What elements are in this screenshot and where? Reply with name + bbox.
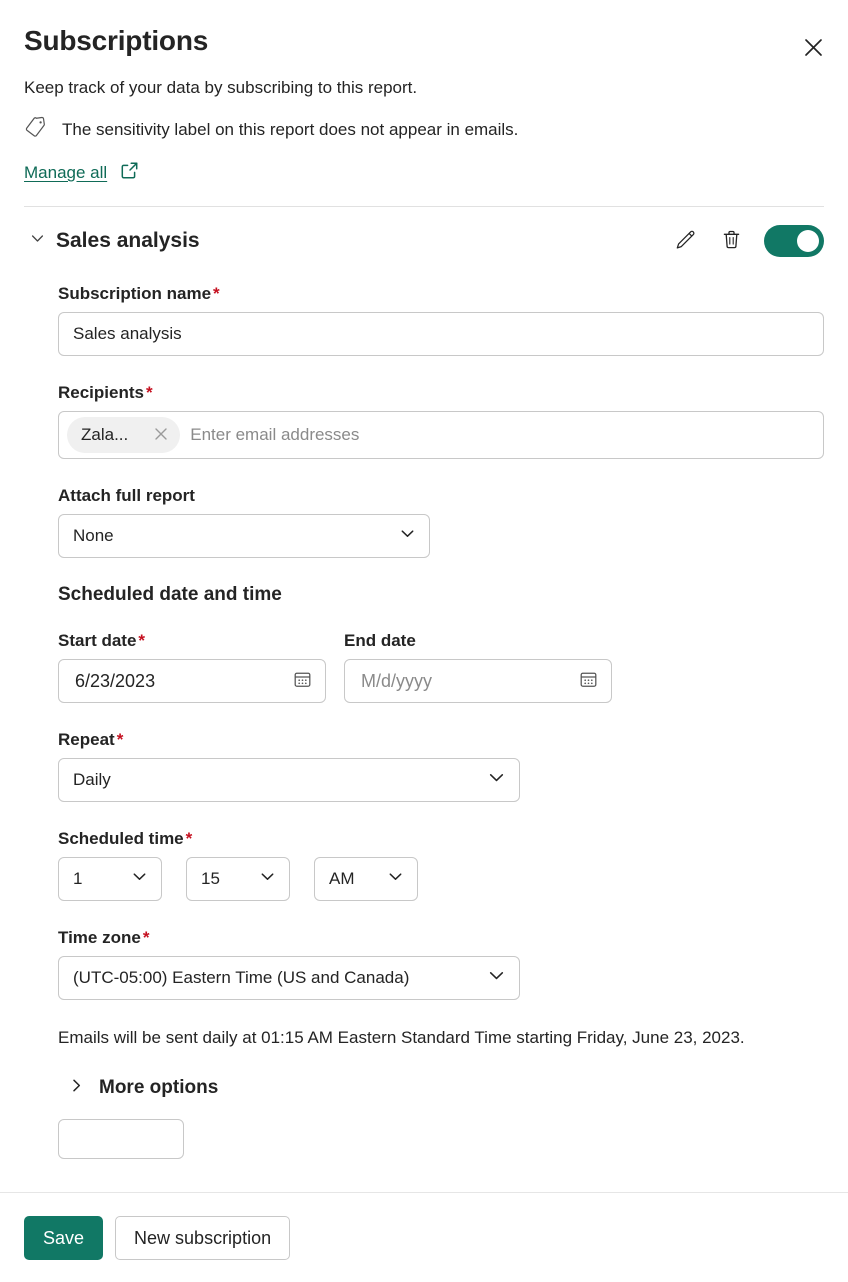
close-button[interactable] xyxy=(796,30,830,64)
subscription-title: Sales analysis xyxy=(56,227,200,255)
subscription-name-label-text: Subscription name xyxy=(58,284,211,303)
required-marker: * xyxy=(117,730,124,749)
time-zone-label: Time zone* xyxy=(58,927,824,949)
end-date-field: End date xyxy=(344,608,612,703)
delete-subscription-button[interactable] xyxy=(718,228,744,254)
sensitivity-label-text: The sensitivity label on this report doe… xyxy=(62,118,518,142)
minute-value: 15 xyxy=(201,869,220,889)
manage-all-row: Manage all xyxy=(24,160,824,186)
close-icon xyxy=(154,427,168,444)
edit-subscription-button[interactable] xyxy=(672,228,698,254)
end-date-label: End date xyxy=(344,630,612,652)
end-date-calendar-button[interactable] xyxy=(571,664,605,698)
repeat-select[interactable]: Daily xyxy=(58,758,520,802)
start-date-label-text: Start date xyxy=(58,631,136,650)
recipient-chip[interactable]: Zala... xyxy=(67,417,180,453)
schedule-summary-text: Emails will be sent daily at 01:15 AM Ea… xyxy=(58,1024,798,1051)
more-options-expander[interactable]: More options xyxy=(68,1077,824,1099)
start-date-calendar-button[interactable] xyxy=(285,664,319,698)
required-marker: * xyxy=(143,928,150,947)
recipients-input[interactable] xyxy=(184,417,815,453)
attach-full-report-select[interactable]: None xyxy=(58,514,430,558)
required-marker: * xyxy=(146,383,153,402)
repeat-value: Daily xyxy=(73,770,111,790)
more-options-label: More options xyxy=(99,1077,218,1099)
subscription-name-label: Subscription name* xyxy=(58,283,824,305)
trash-icon xyxy=(720,228,743,254)
hour-select[interactable]: 1 xyxy=(58,857,162,901)
dates-row: Start date* xyxy=(58,608,824,703)
panel-footer: Save New subscription xyxy=(0,1192,848,1282)
time-zone-select[interactable]: (UTC-05:00) Eastern Time (US and Canada) xyxy=(58,956,520,1000)
chevron-down-icon xyxy=(29,230,46,252)
external-link-icon[interactable] xyxy=(119,160,140,186)
scheduled-time-label-text: Scheduled time xyxy=(58,829,184,848)
remove-recipient-button[interactable] xyxy=(146,420,176,450)
start-date-label: Start date* xyxy=(58,630,326,652)
chevron-down-icon xyxy=(486,767,507,793)
calendar-icon xyxy=(292,669,313,693)
repeat-label-text: Repeat xyxy=(58,730,115,749)
attach-full-report-label: Attach full report xyxy=(58,485,824,507)
meridiem-value: AM xyxy=(329,869,355,889)
attach-full-report-label-text: Attach full report xyxy=(58,486,195,505)
end-date-input[interactable] xyxy=(359,670,571,693)
time-zone-label-text: Time zone xyxy=(58,928,141,947)
collapse-toggle[interactable] xyxy=(24,228,50,254)
end-date-label-text: End date xyxy=(344,631,416,650)
time-zone-value: (UTC-05:00) Eastern Time (US and Canada) xyxy=(73,968,409,988)
chevron-down-icon xyxy=(398,524,417,548)
subscriptions-panel: Subscriptions Keep track of your data by… xyxy=(0,0,848,1192)
recipients-picker[interactable]: Zala... xyxy=(58,411,824,459)
chevron-down-icon xyxy=(386,867,405,891)
hour-value: 1 xyxy=(73,869,82,889)
chevron-down-icon xyxy=(486,965,507,991)
tag-icon xyxy=(24,115,48,144)
start-date-field: Start date* xyxy=(58,608,326,703)
recipients-label: Recipients* xyxy=(58,382,824,404)
page-title: Subscriptions xyxy=(24,24,824,58)
new-subscription-button[interactable]: New subscription xyxy=(115,1216,290,1260)
subscription-enabled-toggle[interactable] xyxy=(764,225,824,257)
attach-full-report-value: None xyxy=(73,526,114,546)
manage-all-link[interactable]: Manage all xyxy=(24,162,113,184)
partially-visible-field[interactable] xyxy=(58,1119,184,1159)
subscription-actions xyxy=(672,225,824,257)
start-date-box[interactable] xyxy=(58,659,326,703)
sensitivity-label-notice: The sensitivity label on this report doe… xyxy=(24,115,824,144)
save-button[interactable]: Save xyxy=(24,1216,103,1260)
repeat-label: Repeat* xyxy=(58,729,824,751)
toggle-knob xyxy=(797,230,819,252)
scheduled-time-row: 1 15 AM xyxy=(58,857,824,901)
required-marker: * xyxy=(186,829,193,848)
required-marker: * xyxy=(138,631,145,650)
end-date-box[interactable] xyxy=(344,659,612,703)
subscription-header: Sales analysis xyxy=(0,207,848,257)
chevron-right-icon xyxy=(68,1077,85,1099)
pencil-icon xyxy=(673,228,697,255)
subscription-form: Subscription name* Recipients* Zala... A… xyxy=(0,283,848,1159)
panel-header: Subscriptions Keep track of your data by… xyxy=(0,0,848,186)
meridiem-select[interactable]: AM xyxy=(314,857,418,901)
chevron-down-icon xyxy=(258,867,277,891)
recipients-label-text: Recipients xyxy=(58,383,144,402)
recipient-chip-label: Zala... xyxy=(81,425,128,445)
required-marker: * xyxy=(213,284,220,303)
calendar-icon xyxy=(578,669,599,693)
scheduled-time-label: Scheduled time* xyxy=(58,828,824,850)
panel-description: Keep track of your data by subscribing t… xyxy=(24,76,824,100)
close-icon xyxy=(804,38,823,57)
minute-select[interactable]: 15 xyxy=(186,857,290,901)
subscription-name-input[interactable] xyxy=(58,312,824,356)
chevron-down-icon xyxy=(130,867,149,891)
scheduled-date-time-heading: Scheduled date and time xyxy=(58,582,824,608)
start-date-input[interactable] xyxy=(73,670,285,693)
